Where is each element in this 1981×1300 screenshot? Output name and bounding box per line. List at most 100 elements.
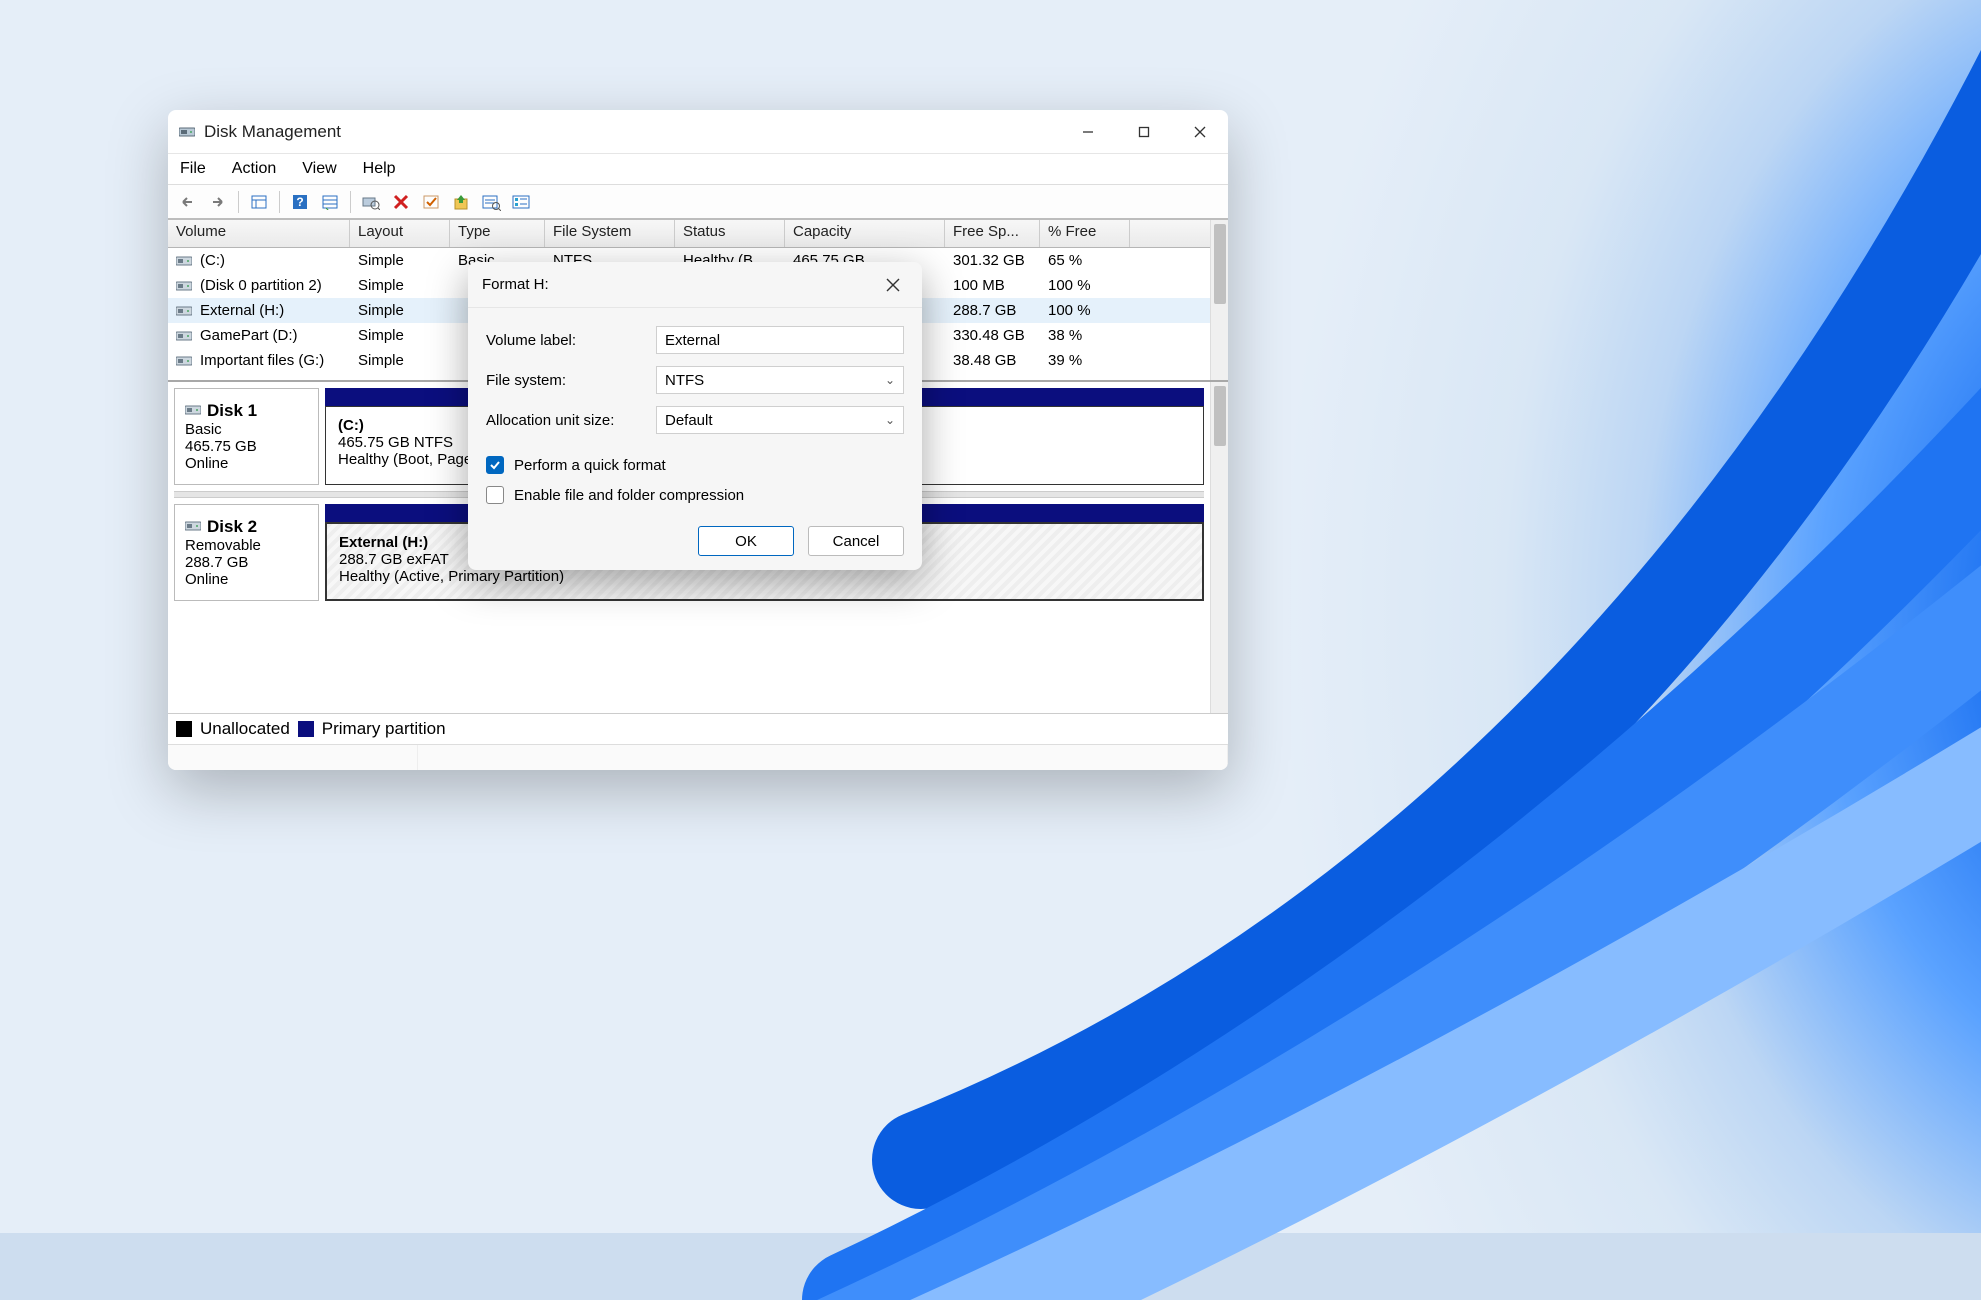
disk-kind: Removable xyxy=(185,537,308,554)
toolbar-find-icon[interactable] xyxy=(357,189,385,215)
menu-file[interactable]: File xyxy=(176,158,210,180)
toolbar-back-icon[interactable] xyxy=(174,189,202,215)
hdd-icon xyxy=(176,355,194,367)
toolbar: ? xyxy=(168,184,1228,220)
disk-size: 465.75 GB xyxy=(185,438,308,455)
grid-headers: Volume Layout Type File System Status Ca… xyxy=(168,220,1210,248)
legend-primary-label: Primary partition xyxy=(322,719,446,739)
file-system-label: File system: xyxy=(486,372,656,389)
toolbar-tableview-icon[interactable] xyxy=(316,189,344,215)
statusbar xyxy=(168,744,1228,770)
col-status[interactable]: Status xyxy=(675,220,785,247)
toolbar-searchlist-icon[interactable] xyxy=(477,189,505,215)
file-system-value: NTFS xyxy=(665,372,704,389)
hdd-icon xyxy=(176,330,194,342)
format-dialog: Format H: Volume label: File system: NTF… xyxy=(468,262,922,570)
volume-free: 330.48 GB xyxy=(945,327,1040,344)
app-icon xyxy=(178,123,196,141)
volume-pct: 39 % xyxy=(1040,352,1130,369)
volume-name: Important files (G:) xyxy=(200,352,324,369)
dialog-titlebar[interactable]: Format H: xyxy=(468,262,922,308)
toolbar-forward-icon[interactable] xyxy=(204,189,232,215)
window-title: Disk Management xyxy=(204,122,341,142)
allocation-value: Default xyxy=(665,412,713,429)
toolbar-up-icon[interactable] xyxy=(447,189,475,215)
minimize-button[interactable] xyxy=(1060,110,1116,154)
disk-info[interactable]: Disk 2Removable288.7 GBOnline xyxy=(174,504,319,601)
legend-unallocated-swatch xyxy=(176,721,192,737)
file-system-select[interactable]: NTFS ⌄ xyxy=(656,366,904,394)
cancel-button[interactable]: Cancel xyxy=(808,526,904,556)
menu-action[interactable]: Action xyxy=(228,158,280,180)
toolbar-delete-icon[interactable] xyxy=(387,189,415,215)
legend-unallocated-label: Unallocated xyxy=(200,719,290,739)
close-button[interactable] xyxy=(1172,110,1228,154)
volume-layout: Simple xyxy=(350,302,450,319)
col-capacity[interactable]: Capacity xyxy=(785,220,945,247)
menu-view[interactable]: View xyxy=(298,158,340,180)
hdd-icon xyxy=(185,517,207,537)
scroll-thumb[interactable] xyxy=(1214,224,1226,304)
allocation-label: Allocation unit size: xyxy=(486,412,656,429)
ok-button[interactable]: OK xyxy=(698,526,794,556)
volume-free: 301.32 GB xyxy=(945,252,1040,269)
volume-layout: Simple xyxy=(350,327,450,344)
col-filesystem[interactable]: File System xyxy=(545,220,675,247)
grid-scrollbar[interactable] xyxy=(1210,220,1228,380)
volume-name: External (H:) xyxy=(200,302,284,319)
disk-name: Disk 1 xyxy=(207,401,257,420)
disk-info[interactable]: Disk 1Basic465.75 GBOnline xyxy=(174,388,319,485)
hdd-icon xyxy=(176,305,194,317)
col-freespace[interactable]: Free Sp... xyxy=(945,220,1040,247)
toolbar-check-icon[interactable] xyxy=(417,189,445,215)
graphical-scrollbar[interactable] xyxy=(1210,382,1228,713)
volume-free: 100 MB xyxy=(945,277,1040,294)
compression-checkbox[interactable] xyxy=(486,486,504,504)
menubar: File Action View Help xyxy=(168,154,1228,184)
dialog-close-button[interactable] xyxy=(878,270,908,300)
volume-free: 38.48 GB xyxy=(945,352,1040,369)
maximize-button[interactable] xyxy=(1116,110,1172,154)
titlebar[interactable]: Disk Management xyxy=(168,110,1228,154)
hdd-icon xyxy=(176,255,194,267)
volume-pct: 100 % xyxy=(1040,302,1130,319)
volume-label-input[interactable] xyxy=(656,326,904,354)
volume-name: (Disk 0 partition 2) xyxy=(200,277,322,294)
volume-label-label: Volume label: xyxy=(486,332,656,349)
col-pctfree[interactable]: % Free xyxy=(1040,220,1130,247)
col-volume[interactable]: Volume xyxy=(168,220,350,247)
dialog-title: Format H: xyxy=(482,276,549,293)
svg-text:?: ? xyxy=(296,195,303,209)
disk-state: Online xyxy=(185,571,308,588)
volume-name: GamePart (D:) xyxy=(200,327,298,344)
scroll-thumb[interactable] xyxy=(1214,386,1226,446)
col-layout[interactable]: Layout xyxy=(350,220,450,247)
disk-size: 288.7 GB xyxy=(185,554,308,571)
disk-name: Disk 2 xyxy=(207,517,257,536)
volume-name: (C:) xyxy=(200,252,225,269)
chevron-down-icon: ⌄ xyxy=(885,373,895,387)
compression-label: Enable file and folder compression xyxy=(514,487,744,504)
menu-help[interactable]: Help xyxy=(359,158,400,180)
legend: Unallocated Primary partition xyxy=(168,714,1228,744)
quick-format-checkbox[interactable] xyxy=(486,456,504,474)
hdd-icon xyxy=(185,401,207,421)
toolbar-help-icon[interactable]: ? xyxy=(286,189,314,215)
volume-pct: 100 % xyxy=(1040,277,1130,294)
hdd-icon xyxy=(176,280,194,292)
legend-primary-swatch xyxy=(298,721,314,737)
volume-layout: Simple xyxy=(350,252,450,269)
toolbar-detailslist-icon[interactable] xyxy=(507,189,535,215)
disk-kind: Basic xyxy=(185,421,308,438)
volume-free: 288.7 GB xyxy=(945,302,1040,319)
chevron-down-icon: ⌄ xyxy=(885,413,895,427)
quick-format-label: Perform a quick format xyxy=(514,457,666,474)
volume-layout: Simple xyxy=(350,277,450,294)
allocation-select[interactable]: Default ⌄ xyxy=(656,406,904,434)
partition-health: Healthy (Active, Primary Partition) xyxy=(339,568,1190,585)
volume-pct: 38 % xyxy=(1040,327,1130,344)
volume-pct: 65 % xyxy=(1040,252,1130,269)
col-type[interactable]: Type xyxy=(450,220,545,247)
volume-layout: Simple xyxy=(350,352,450,369)
toolbar-properties-icon[interactable] xyxy=(245,189,273,215)
